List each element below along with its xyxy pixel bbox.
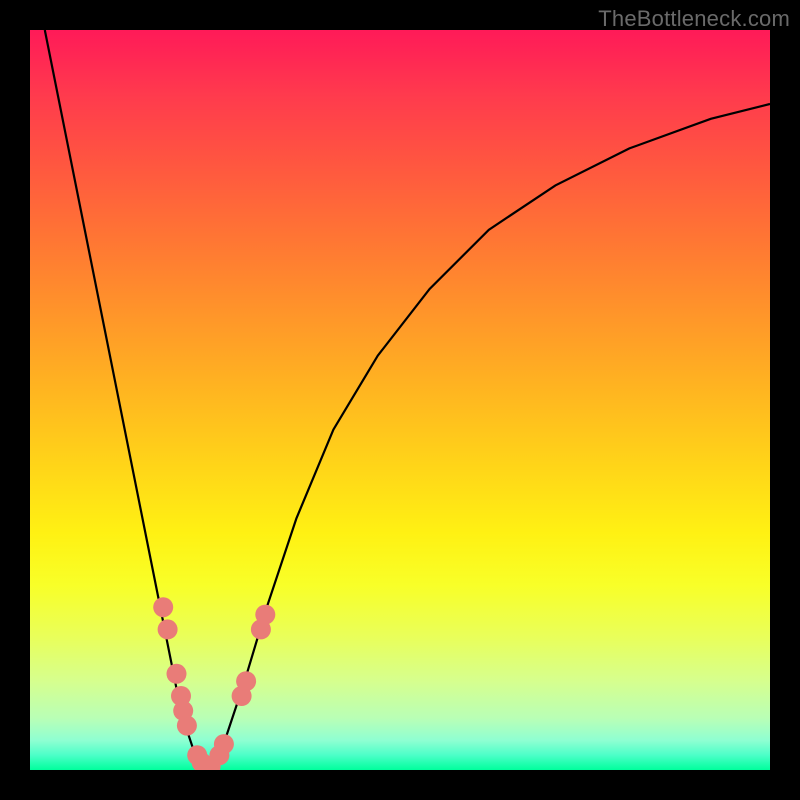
curve-marker bbox=[153, 597, 173, 617]
plot-area bbox=[30, 30, 770, 770]
curve-right-branch bbox=[208, 104, 770, 770]
curve-marker bbox=[255, 605, 275, 625]
curve-left-branch bbox=[45, 30, 208, 770]
curve-marker bbox=[177, 716, 197, 736]
curve-marker bbox=[236, 671, 256, 691]
watermark-text: TheBottleneck.com bbox=[598, 6, 790, 32]
curve-marker bbox=[158, 619, 178, 639]
chart-frame: TheBottleneck.com bbox=[0, 0, 800, 800]
curve-marker bbox=[167, 664, 187, 684]
bottleneck-curve bbox=[30, 30, 770, 770]
curve-markers bbox=[153, 597, 275, 770]
curve-marker bbox=[214, 734, 234, 754]
